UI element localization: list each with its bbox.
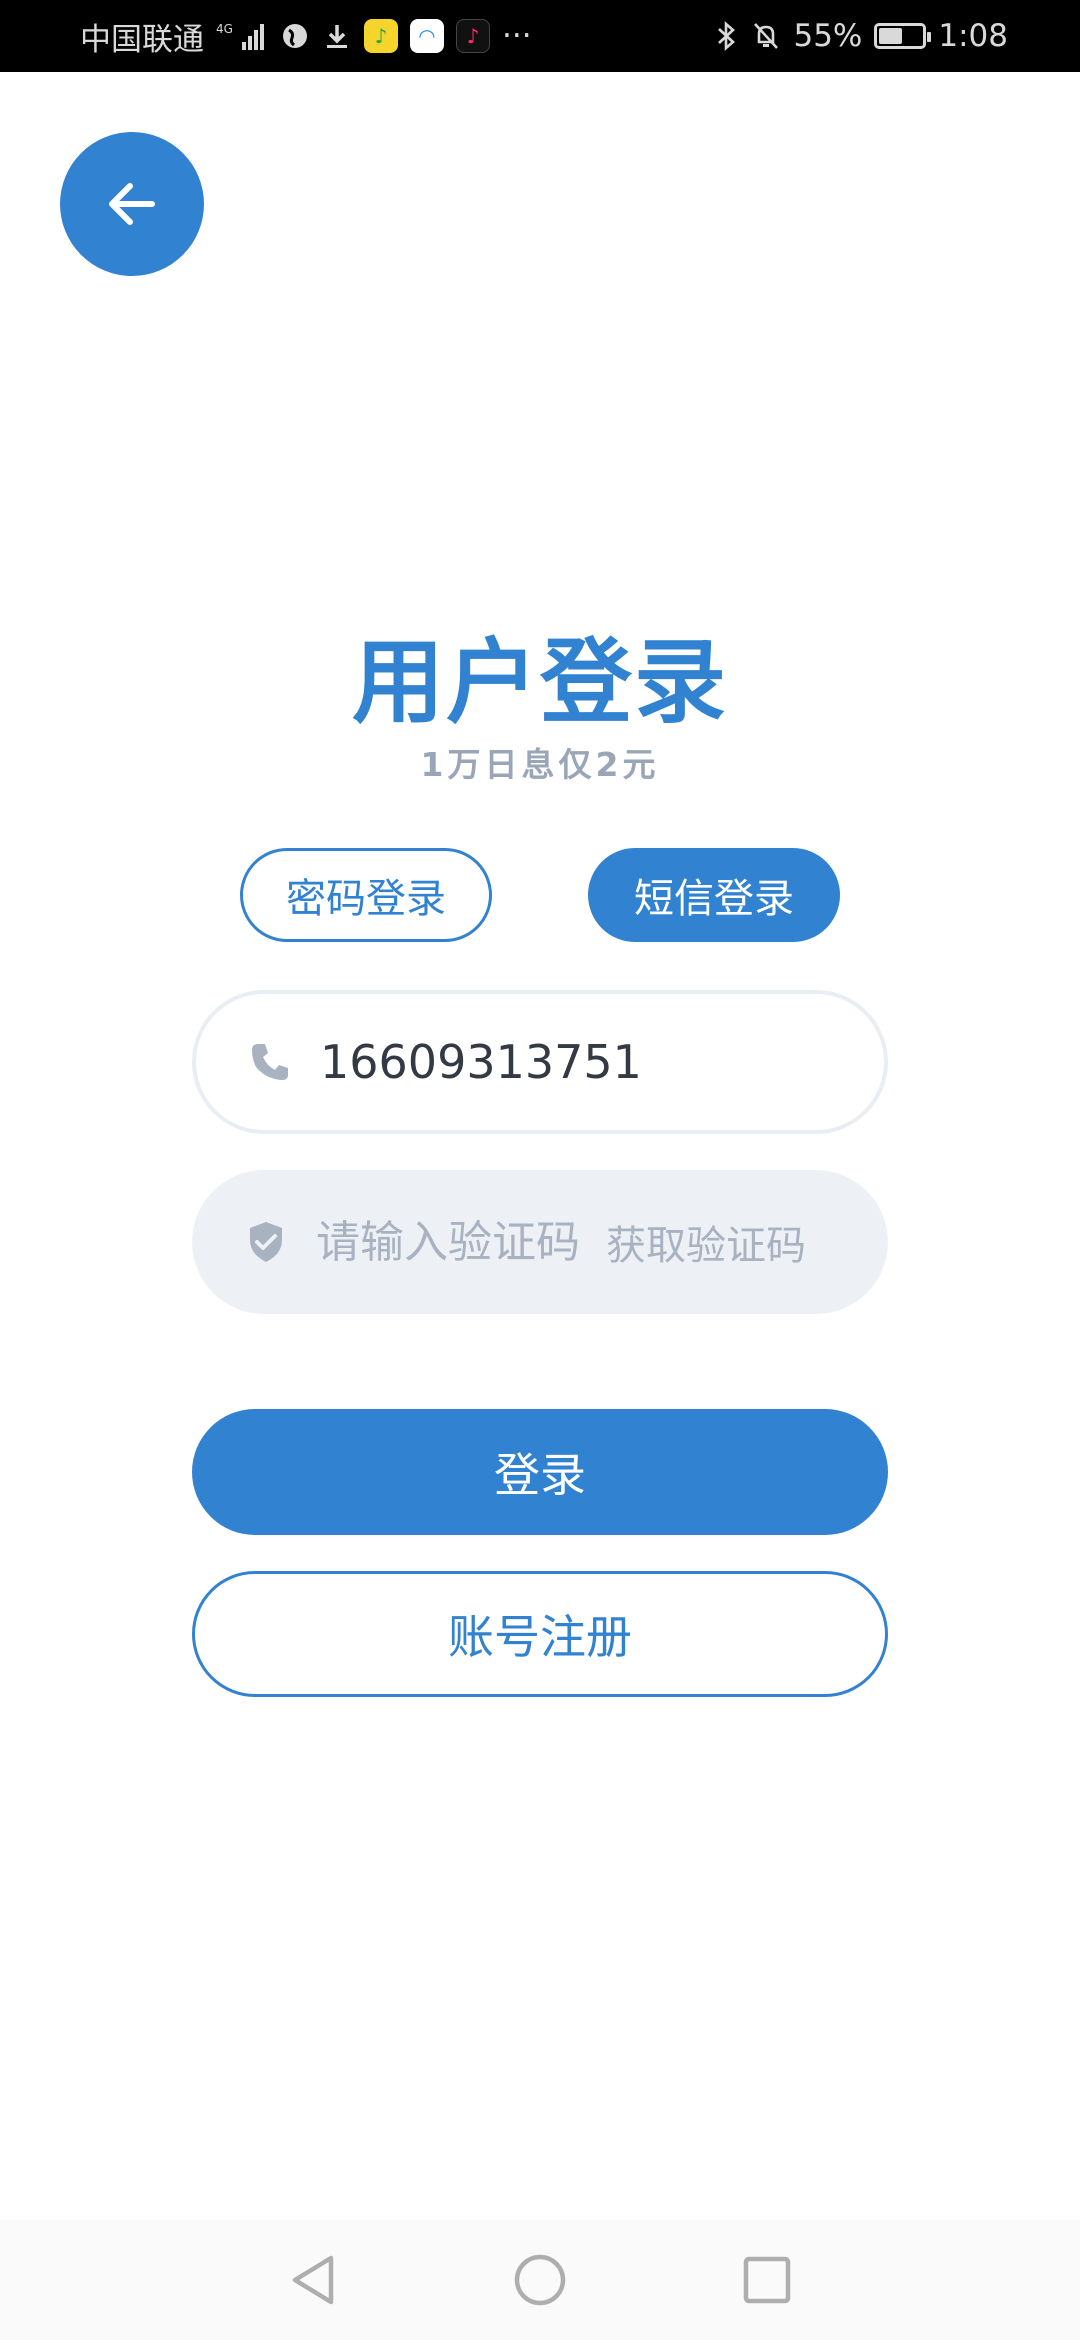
status-left: 中国联通 4G ♪ ◠ ♪ ··· [80, 14, 532, 59]
battery-fill [879, 28, 903, 44]
code-input-row[interactable]: 获取验证码 [192, 1170, 888, 1314]
tiktok-app-icon: ♪ [456, 19, 490, 53]
triangle-back-icon [293, 2255, 334, 2305]
nav-back-button[interactable] [273, 2240, 353, 2320]
login-screen: 中国联通 4G ♪ ◠ ♪ ··· 55% 1:08 用户登录 1万日息仅2元 … [0, 0, 1080, 2340]
browser-app-icon: ◠ [410, 19, 444, 53]
page-title: 用户登录 [351, 629, 728, 736]
circle-home-icon [514, 2254, 566, 2306]
navigation-bar [0, 2220, 1080, 2340]
globe-icon [280, 21, 310, 51]
verification-code-input[interactable] [316, 1202, 592, 1282]
page-subtitle: 1万日息仅2元 [420, 745, 660, 784]
battery-percentage: 55% [793, 18, 863, 54]
arrow-left-icon [109, 183, 155, 225]
signal-icon: 4G [216, 20, 268, 52]
login-button[interactable]: 登录 [192, 1409, 888, 1535]
music-app-icon: ♪ [364, 19, 398, 53]
square-recents-icon [743, 2256, 790, 2304]
get-code-button[interactable]: 获取验证码 [606, 1213, 806, 1271]
tab-password-login[interactable]: 密码登录 [240, 848, 492, 942]
status-right: 55% 1:08 [713, 18, 1008, 54]
phone-icon [252, 1044, 288, 1080]
phone-input-row[interactable] [192, 990, 888, 1134]
nav-recents-button[interactable] [727, 2240, 807, 2320]
tab-sms-login[interactable]: 短信登录 [588, 848, 840, 942]
clock-time: 1:08 [938, 18, 1008, 54]
battery-icon [874, 23, 932, 49]
nav-home-button[interactable] [500, 2240, 580, 2320]
bluetooth-icon [713, 20, 739, 52]
more-notifications-icon: ··· [502, 18, 532, 54]
back-button[interactable] [60, 132, 204, 276]
svg-text:4G: 4G [216, 22, 233, 36]
download-icon [322, 21, 352, 51]
shield-check-icon [250, 1222, 282, 1262]
status-bar: 中国联通 4G ♪ ◠ ♪ ··· 55% 1:08 [0, 0, 1080, 72]
carrier-name: 中国联通 [80, 21, 204, 58]
bell-off-icon [751, 20, 781, 52]
register-button[interactable]: 账号注册 [192, 1571, 888, 1697]
phone-input[interactable] [320, 1022, 880, 1102]
